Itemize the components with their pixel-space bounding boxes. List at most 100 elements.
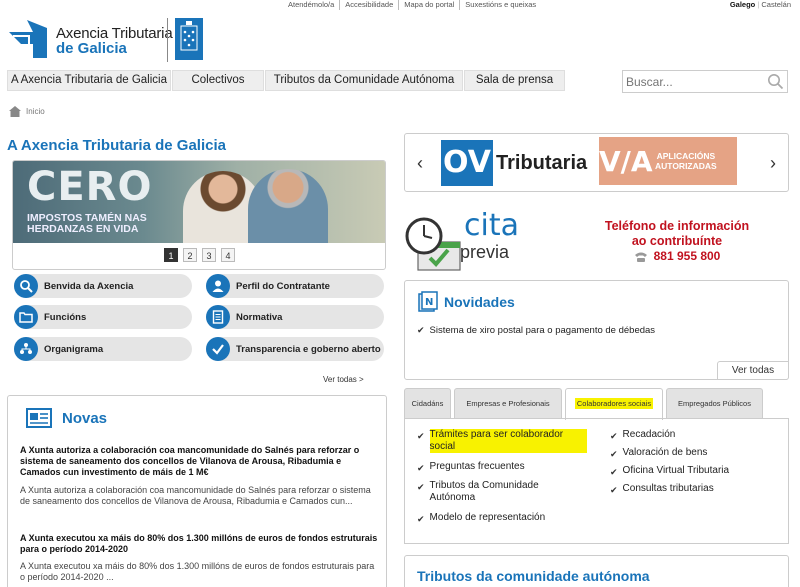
tab-link-preguntas[interactable]: ✔ Preguntas frecuentes	[417, 461, 587, 474]
nav-axencia[interactable]: A Axencia Tributaria de Galicia	[7, 70, 171, 91]
xunta-emblem-icon[interactable]	[175, 18, 203, 60]
section-title-axencia: A Axencia Tributaria de Galicia	[7, 137, 226, 154]
tab-link-valoracion[interactable]: ✔ Valoración de bens	[610, 447, 780, 460]
link-suxestions[interactable]: Suxestións e queixas	[460, 0, 541, 10]
folder-icon	[14, 305, 38, 329]
search-icon	[14, 274, 38, 298]
tab-link-consultas[interactable]: ✔ Consultas tributarias	[610, 483, 780, 496]
link-organigrama[interactable]: Organigrama	[14, 337, 192, 361]
nav-colectivos[interactable]: Colectivos	[172, 70, 264, 91]
news-icon: N	[418, 291, 438, 312]
pager-3[interactable]: 3	[202, 248, 216, 262]
check-icon: ✔	[417, 463, 425, 473]
nav-tributos[interactable]: Tributos da Comunidade Autónoma	[265, 70, 463, 91]
check-icon: ✔	[610, 467, 618, 477]
link-transparencia[interactable]: Transparencia e goberno aberto	[206, 337, 384, 361]
ov-tributaria-link[interactable]: OV Tributaria	[441, 140, 587, 186]
tab-panel-colaboradores: ✔ Trámites para ser colaborador social ✔…	[404, 418, 789, 544]
previa-word: previa	[460, 242, 510, 262]
atriga-logo-icon[interactable]	[7, 18, 49, 60]
tab-link-tributos[interactable]: ✔ Tributos da Comunidade Autónoma	[417, 480, 567, 504]
link-accesibilidade[interactable]: Accesibilidade	[340, 0, 400, 10]
phone-title-line1: Teléfono de información	[604, 219, 750, 233]
banner-person-man	[248, 169, 328, 243]
pager-2[interactable]: 2	[183, 248, 197, 262]
services-carousel: ‹ OV Tributaria V/A APLICACIÓNS AUTORIZA…	[404, 133, 789, 192]
novas-title: Novas	[26, 408, 107, 428]
novidades-title: N Novidades	[417, 291, 515, 313]
lang-castelan[interactable]: Castelán	[761, 0, 791, 9]
novidades-item[interactable]: ✔ Sistema de xiro postal para o pagament…	[417, 325, 655, 336]
ov-badge: OV	[441, 140, 493, 186]
link-funcions[interactable]: Funcións	[14, 305, 192, 329]
utility-links: Atendémolo/a Accesibilidade Mapa do port…	[283, 0, 541, 10]
tab-link-modelo[interactable]: ✔ Modelo de representación	[417, 512, 587, 525]
check-icon: ✔	[417, 482, 425, 492]
tab-link-oficina-virtual[interactable]: ✔ Oficina Virtual Tributaria	[610, 465, 780, 478]
cita-previa-link[interactable]: cita previa	[404, 208, 522, 272]
lang-galego[interactable]: Galego	[730, 0, 755, 9]
link-perfil-contratante[interactable]: Perfil do Contratante	[206, 274, 384, 298]
aplicacions-autorizadas-link[interactable]: V/A APLICACIÓNS AUTORIZADAS	[599, 137, 737, 185]
check-icon: ✔	[417, 514, 425, 524]
chevron-left-icon[interactable]: ‹	[417, 153, 423, 174]
tab-empregados[interactable]: Empregados Públicos	[666, 388, 763, 418]
pager-1[interactable]: 1	[164, 248, 178, 262]
audience-tabs: Cidadáns Empresas e Profesionais Colabor…	[404, 388, 766, 420]
tab-colaboradores[interactable]: Colaboradores sociais	[565, 388, 663, 420]
clock-calendar-icon	[405, 217, 461, 271]
pager-4[interactable]: 4	[221, 248, 235, 262]
tab-link-recadacion[interactable]: ✔ Recadación	[610, 429, 780, 442]
search-box	[622, 70, 788, 93]
language-switcher: Galego | Castelán	[729, 0, 791, 9]
tab-cidadans[interactable]: Cidadáns	[404, 388, 451, 418]
carousel-pager: 1 2 3 4	[164, 248, 240, 262]
via-logo: V/A	[599, 144, 653, 178]
news-summary-1: A Xunta autoriza a colaboración coa manc…	[20, 485, 371, 506]
link-mapa-portal[interactable]: Mapa do portal	[399, 0, 461, 10]
link-atendemolo[interactable]: Atendémolo/a	[283, 0, 341, 10]
tributos-panel: Tributos da comunidade autónoma	[404, 555, 789, 587]
tab-empresas[interactable]: Empresas e Profesionais	[454, 388, 562, 418]
nav-sala-prensa[interactable]: Sala de prensa	[464, 70, 565, 91]
check-icon: ✔	[417, 325, 425, 335]
link-normativa[interactable]: Normativa	[206, 305, 384, 329]
breadcrumb: Inicio	[9, 106, 45, 117]
newspaper-icon	[26, 408, 52, 428]
search-input[interactable]	[623, 71, 763, 92]
banner-subtitle: IMPOSTOS TAMÉN NAS HERDANZAS EN VIDA	[27, 212, 147, 235]
org-chart-icon	[14, 337, 38, 361]
via-text: APLICACIÓNS AUTORIZADAS	[655, 151, 717, 171]
ov-text: Tributaria	[496, 151, 588, 174]
novas-panel: Novas A Xunta autoriza a colaboración co…	[7, 395, 387, 587]
check-icon: ✔	[610, 431, 618, 441]
logo-divider	[167, 18, 168, 62]
cita-word: cita	[464, 208, 519, 243]
check-icon: ✔	[417, 431, 425, 441]
home-icon[interactable]	[9, 106, 21, 117]
phone-number[interactable]: 881 955 800	[654, 249, 721, 264]
banner-image[interactable]: CERO IMPOSTOS TAMÉN NAS HERDANZAS EN VID…	[13, 161, 385, 243]
banner-headline: CERO	[27, 164, 153, 210]
tab-link-tramites[interactable]: ✔ Trámites para ser colaborador social	[417, 429, 587, 453]
news-headline-2[interactable]: A Xunta executou xa máis do 80% dos 1.30…	[20, 533, 380, 555]
check-icon: ✔	[610, 449, 618, 459]
svg-text:N: N	[425, 297, 433, 308]
news-headline-1[interactable]: A Xunta autoriza a colaboración coa manc…	[20, 445, 380, 478]
see-all-links[interactable]: Ver todas >	[323, 375, 364, 384]
banner-carousel: CERO IMPOSTOS TAMÉN NAS HERDANZAS EN VID…	[12, 160, 386, 270]
check-icon	[206, 337, 230, 361]
link-benvida[interactable]: Benvida da Axencia	[14, 274, 192, 298]
logo-title-line2: de Galicia	[56, 40, 127, 57]
chevron-right-icon[interactable]: ›	[770, 153, 776, 174]
novidades-panel: N Novidades ✔ Sistema de xiro postal par…	[404, 280, 789, 380]
search-icon[interactable]	[767, 73, 784, 90]
novidades-see-all[interactable]: Ver todas	[717, 361, 789, 380]
breadcrumb-inicio[interactable]: Inicio	[26, 107, 45, 116]
phone-title-line2: ao contribuínte	[631, 234, 723, 248]
news-summary-2: A Xunta executou xa máis do 80% dos 1.30…	[20, 561, 375, 582]
phone-number-row: 881 955 800	[576, 249, 778, 264]
tributos-title: Tributos da comunidade autónoma	[417, 568, 650, 584]
document-icon	[206, 305, 230, 329]
user-icon	[206, 274, 230, 298]
